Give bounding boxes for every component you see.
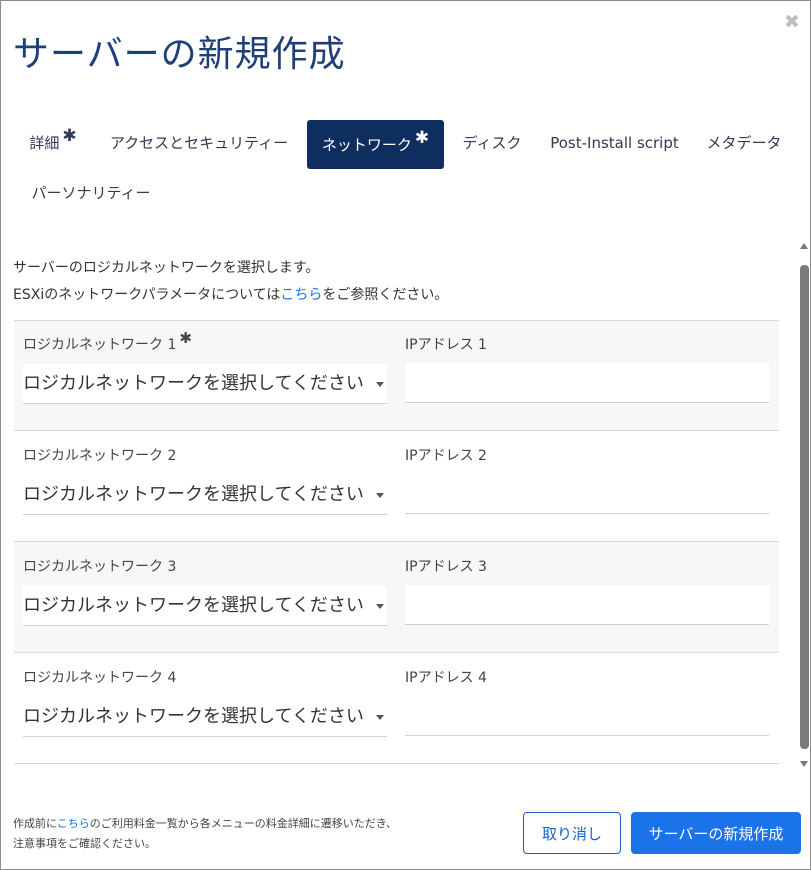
create-server-button[interactable]: サーバーの新規作成 [631,812,801,854]
select-value: ロジカルネットワークを選択してください [23,595,364,616]
tab-label: ディスク [462,134,522,152]
tab-label: メタデータ [706,134,782,152]
scrollbar[interactable] [797,241,810,773]
pricing-link[interactable]: こちら [57,817,90,830]
field-label: ロジカルネットワーク 1 [23,337,177,353]
row-divider [14,763,779,764]
row-divider [14,320,779,321]
esxi-params-link[interactable]: こちら [280,287,322,303]
caret-down-icon [376,382,384,387]
ip-input-1[interactable] [405,363,769,403]
tab-label: ネットワーク [321,136,412,154]
tab-personality[interactable]: パーソナリティー [20,168,162,217]
network-select-2[interactable]: ロジカルネットワークを選択してください [23,475,387,515]
ip-label-4: IPアドレス 4 [405,670,487,686]
network-label-1: ロジカルネットワーク 1 ✱ [23,329,192,354]
tab-label: パーソナリティー [31,184,151,202]
ip-label-3: IPアドレス 3 [405,559,487,575]
select-value: ロジカルネットワークを選択してください [23,373,364,394]
network-select-3[interactable]: ロジカルネットワークを選択してください [23,586,387,626]
tab-disk[interactable]: ディスク [453,118,531,167]
network-select-1[interactable]: ロジカルネットワークを選択してください [23,364,387,404]
scroll-up-arrow-icon[interactable] [800,243,808,249]
ip-label-1: IPアドレス 1 [405,337,487,353]
tab-post-install-script[interactable]: Post-Install script [544,118,685,167]
required-icon: ✱ [62,125,77,146]
tab-metadata[interactable]: メタデータ [698,118,790,167]
network-row-4: ロジカルネットワーク 4 IPアドレス 4 ロジカルネットワークを選択してくださ… [14,653,779,764]
network-label-2: ロジカルネットワーク 2 [23,448,177,464]
scrollbar-thumb[interactable] [800,265,809,749]
tab-label: Post-Install script [550,133,679,152]
caret-down-icon [376,493,384,498]
cancel-button[interactable]: 取り消し [523,812,621,854]
required-icon: ✱ [179,329,192,347]
pricing-note-line-1: 作成前にこちらのご利用料金一覧から各メニューの料金詳細に遷移いただき、 [13,815,397,831]
intro-text: をご参照ください。 [322,287,449,303]
ip-label-2: IPアドレス 2 [405,448,487,464]
required-icon: ✱ [414,127,430,148]
dialog-title: サーバーの新規作成 [13,34,346,75]
pricing-note-line-2: 注意事項をご確認ください。 [13,837,156,850]
close-icon[interactable]: ✖ [781,11,803,33]
intro-line-1: サーバーのロジカルネットワークを選択します。 [13,260,320,276]
tab-label: 詳細 [29,134,60,152]
network-form: ロジカルネットワーク 1 ✱ IPアドレス 1 ロジカルネットワークを選択してくだ… [14,320,779,766]
note-text: 作成前に [13,817,57,830]
network-label-3: ロジカルネットワーク 3 [23,559,177,575]
create-server-dialog: ✖ サーバーの新規作成 詳細 ✱ アクセスとセキュリティー ネットワーク ✱ ディス… [0,0,811,870]
network-row-2: ロジカルネットワーク 2 IPアドレス 2 ロジカルネットワークを選択してくださ… [14,431,779,542]
tab-details[interactable]: 詳細 ✱ [20,118,86,167]
select-value: ロジカルネットワークを選択してください [23,484,364,505]
scroll-down-arrow-icon[interactable] [800,761,808,767]
tab-label: アクセスとセキュリティー [109,134,289,152]
tab-network[interactable]: ネットワーク ✱ [307,120,444,169]
caret-down-icon [376,715,384,720]
intro-text: ESXiのネットワークパラメータについては [13,287,281,303]
ip-input-2[interactable] [405,474,769,514]
ip-input-3[interactable] [405,585,769,625]
select-value: ロジカルネットワークを選択してください [23,706,364,727]
note-text: のご利用料金一覧から各メニューの料金詳細に遷移いただき、 [89,817,398,830]
ip-input-4[interactable] [405,696,769,736]
network-row-3: ロジカルネットワーク 3 IPアドレス 3 ロジカルネットワークを選択してくださ… [14,542,779,653]
tab-access-security[interactable]: アクセスとセキュリティー [104,118,294,167]
network-label-4: ロジカルネットワーク 4 [23,670,177,686]
caret-down-icon [376,604,384,609]
intro-line-2: ESXiのネットワークパラメータについてはこちらをご参照ください。 [13,284,448,304]
network-row-1: ロジカルネットワーク 1 ✱ IPアドレス 1 ロジカルネットワークを選択してくだ… [14,320,779,431]
network-select-4[interactable]: ロジカルネットワークを選択してください [23,697,387,737]
